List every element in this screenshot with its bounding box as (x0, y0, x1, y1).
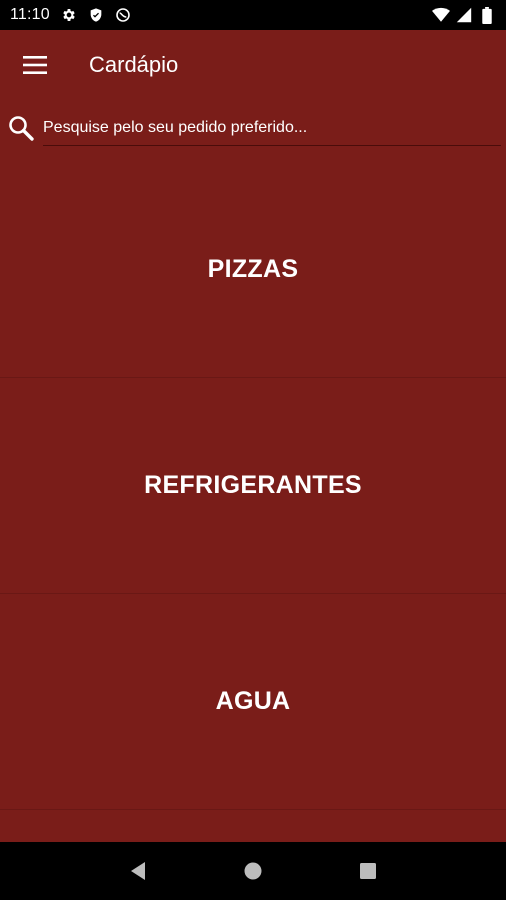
category-item-refrigerantes[interactable]: REFRIGERANTES (0, 378, 506, 594)
category-item-pizzas[interactable]: PIZZAS (0, 162, 506, 378)
status-right (432, 6, 496, 24)
back-icon (130, 862, 145, 880)
do-not-disturb-icon (114, 6, 132, 24)
menu-button[interactable] (0, 30, 70, 100)
status-icons-left (60, 6, 132, 24)
hamburger-menu-icon (23, 56, 47, 74)
navigation-bar (0, 842, 506, 900)
gear-icon (60, 6, 78, 24)
search-icon (6, 113, 36, 143)
wifi-icon (432, 6, 450, 24)
recents-button[interactable] (343, 846, 393, 896)
signal-icon (455, 6, 473, 24)
category-label: PIZZAS (207, 255, 299, 283)
category-item-agua[interactable]: AGUA (0, 594, 506, 810)
status-time: 11:10 (10, 6, 50, 23)
app-bar: Cardápio (0, 30, 506, 100)
battery-icon (478, 6, 496, 24)
screen: 11:10 Cardápio Pesquise pelo seu pedido … (0, 0, 506, 900)
shield-icon (87, 6, 105, 24)
page-title: Cardápio (89, 52, 179, 77)
home-icon (244, 862, 262, 880)
recents-icon (360, 863, 377, 879)
search-input[interactable] (43, 110, 501, 146)
search-bar (0, 108, 506, 148)
category-list: PIZZAS REFRIGERANTES AGUA (0, 162, 506, 810)
status-bar: 11:10 (0, 0, 506, 30)
status-left: 11:10 (10, 6, 132, 24)
home-button[interactable] (228, 846, 278, 896)
category-label: AGUA (215, 687, 291, 715)
category-label: REFRIGERANTES (144, 471, 362, 499)
back-button[interactable] (113, 846, 163, 896)
